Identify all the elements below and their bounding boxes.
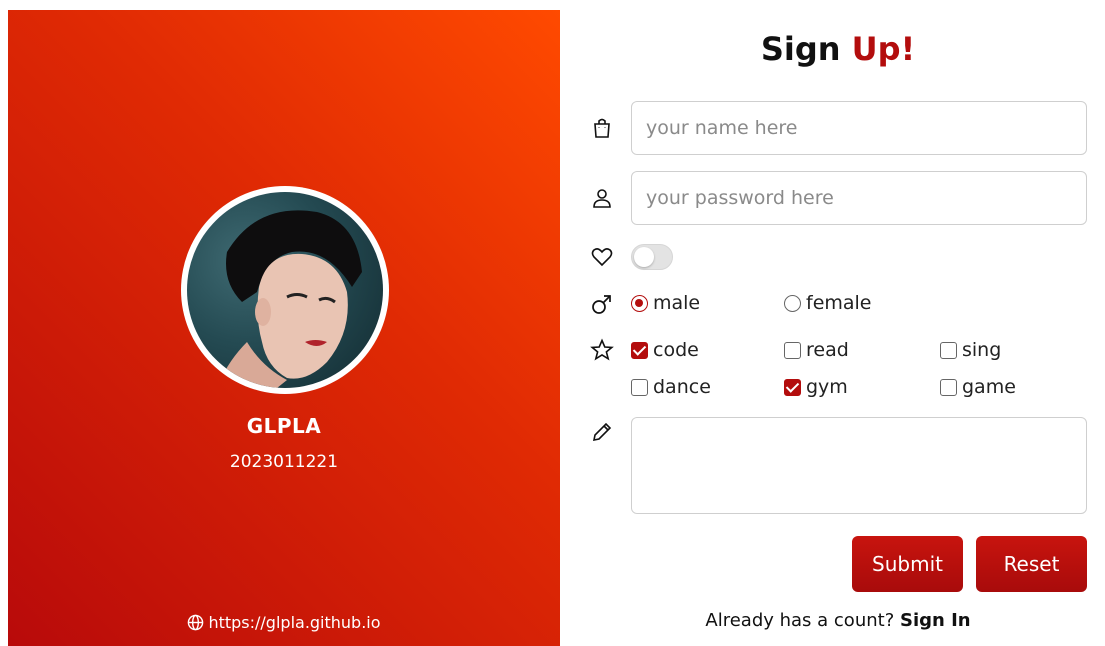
profile-panel: GLPLA 2023011221 https://glpla.github.io: [8, 10, 560, 646]
hobby-option-code[interactable]: code: [631, 339, 699, 361]
hobby-option-sing[interactable]: sing: [940, 339, 1001, 361]
profile-name: GLPLA: [246, 414, 322, 438]
pencil-icon: [590, 420, 614, 444]
hobby-option-game[interactable]: game: [940, 376, 1016, 398]
hobby-label-read: read: [806, 339, 849, 361]
hobby-checkbox-code[interactable]: [631, 341, 648, 359]
hobby-option-gym[interactable]: gym: [784, 376, 848, 398]
hobby-label-game: game: [962, 376, 1016, 398]
signin-link[interactable]: Sign In: [900, 610, 971, 631]
signin-prompt-text: Already has a count?: [705, 610, 895, 631]
signin-prompt: Already has a count? Sign In: [600, 610, 1076, 631]
gender-label-male: male: [653, 292, 701, 314]
title-accent: Up!: [851, 30, 916, 68]
hobby-option-read[interactable]: read: [784, 339, 849, 361]
preference-toggle[interactable]: [631, 244, 673, 270]
name-input[interactable]: [631, 101, 1087, 155]
toggle-knob: [634, 247, 654, 267]
reset-button[interactable]: Reset: [976, 536, 1087, 592]
star-icon: [590, 338, 614, 362]
hobby-checkbox-read[interactable]: [784, 341, 801, 359]
gender-radio-male[interactable]: [631, 294, 648, 312]
hobby-checkbox-sing[interactable]: [940, 341, 957, 359]
heart-icon: [590, 245, 614, 269]
hobby-label-dance: dance: [653, 376, 711, 398]
page-title: Sign Up!: [600, 30, 1076, 68]
gender-option-male[interactable]: male: [631, 292, 700, 314]
note-textarea[interactable]: [631, 417, 1087, 514]
profile-link-text: https://glpla.github.io: [208, 613, 381, 632]
hobby-label-code: code: [653, 339, 699, 361]
gender-option-female[interactable]: female: [784, 292, 872, 314]
hobby-checkbox-dance[interactable]: [631, 378, 648, 396]
hobby-checkbox-game[interactable]: [940, 378, 957, 396]
avatar-photo: [187, 192, 383, 388]
submit-button[interactable]: Submit: [852, 536, 963, 592]
gender-radio-female[interactable]: [784, 294, 801, 312]
globe-icon: [188, 614, 204, 631]
password-input[interactable]: [631, 171, 1087, 225]
title-main: Sign: [760, 30, 852, 68]
hobby-option-dance[interactable]: dance: [631, 376, 711, 398]
male-symbol-icon: [590, 292, 614, 316]
avatar: [181, 186, 389, 394]
person-icon: [590, 186, 614, 210]
shopping-bag-icon: [590, 116, 614, 140]
profile-id: 2023011221: [229, 452, 339, 472]
gender-label-female: female: [806, 292, 872, 314]
hobby-checkbox-gym[interactable]: [784, 378, 801, 396]
hobby-label-sing: sing: [962, 339, 1002, 361]
hobby-label-gym: gym: [806, 376, 848, 398]
profile-link[interactable]: https://glpla.github.io: [8, 613, 560, 632]
